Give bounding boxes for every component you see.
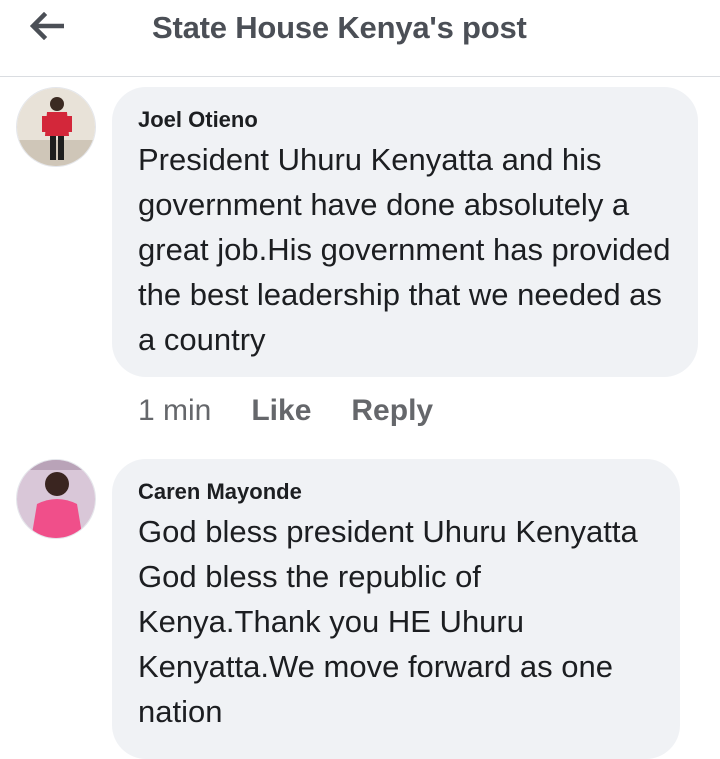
comment-timestamp: 1 min bbox=[138, 394, 212, 427]
reply-button[interactable]: Reply bbox=[351, 394, 433, 428]
comment-author[interactable]: Joel Otieno bbox=[138, 105, 674, 135]
comment-bubble[interactable]: Caren Mayonde God bless president Uhuru … bbox=[112, 459, 680, 759]
back-button[interactable] bbox=[26, 6, 70, 46]
top-bar: State House Kenya's post bbox=[0, 0, 720, 77]
user-avatar-icon[interactable] bbox=[16, 459, 96, 539]
user-avatar-icon[interactable] bbox=[16, 87, 96, 167]
comment-bubble[interactable]: Joel Otieno President Uhuru Kenyatta and… bbox=[112, 87, 698, 377]
comment-text: President Uhuru Kenyatta and his governm… bbox=[138, 142, 671, 357]
comment-text: God bless president Uhuru Kenyatta God b… bbox=[138, 514, 638, 729]
like-button[interactable]: Like bbox=[251, 394, 311, 428]
comment-meta: 1 min Like Reply bbox=[138, 394, 473, 428]
arrow-left-icon bbox=[30, 12, 64, 40]
comment-author[interactable]: Caren Mayonde bbox=[138, 477, 656, 507]
page-title: State House Kenya's post bbox=[152, 10, 527, 45]
